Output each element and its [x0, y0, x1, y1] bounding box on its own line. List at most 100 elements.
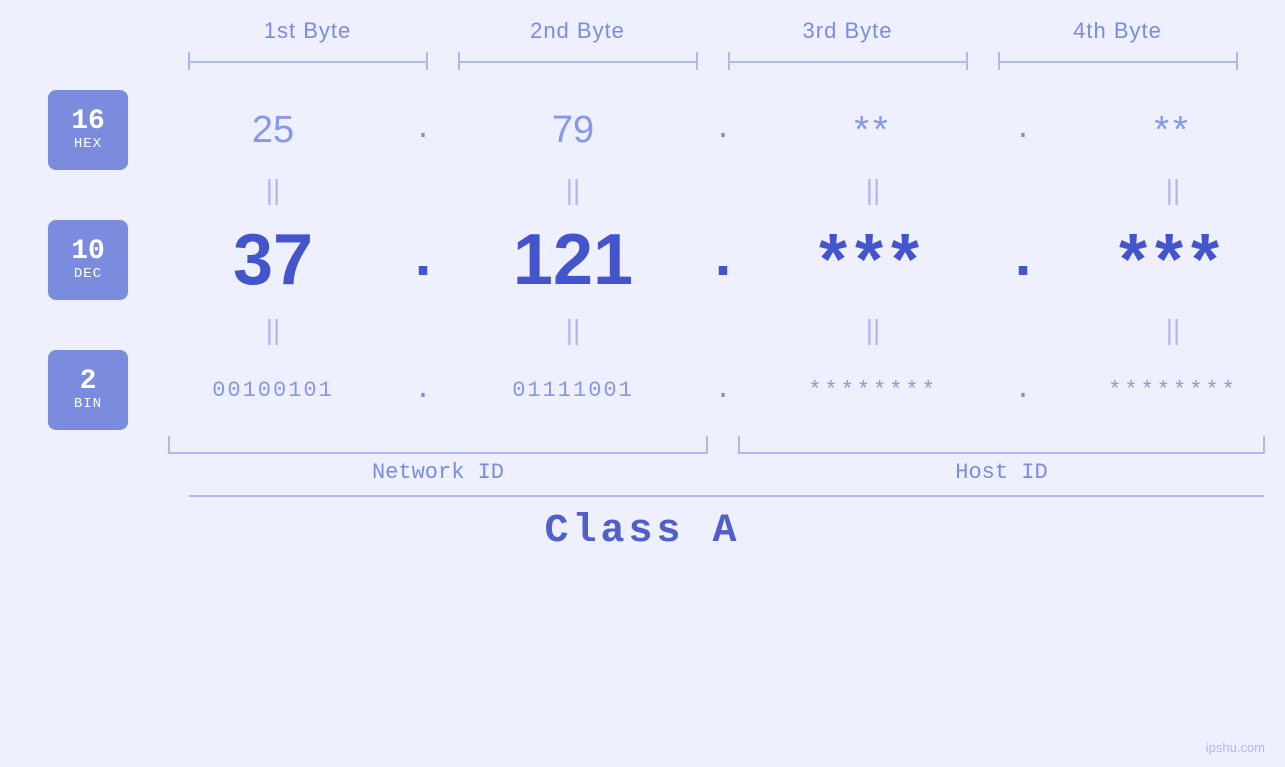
bin-dot2: .: [708, 375, 738, 406]
eq1-byte4: ||: [1038, 174, 1285, 206]
badge-bin: 2 BIN: [48, 350, 128, 430]
byte1-header: 1st Byte: [173, 18, 443, 44]
eq1-byte3-val: ||: [866, 174, 881, 206]
badge-dec: 10 DEC: [48, 220, 128, 300]
badge-hex-number: 16: [71, 108, 105, 136]
hex-byte3: **: [738, 109, 1008, 152]
main-content: 16 HEX 10 DEC 2 BIN: [0, 90, 1285, 430]
page-container: 1st Byte 2nd Byte 3rd Byte 4th Byte: [0, 0, 1285, 767]
badge-bin-label: BIN: [74, 396, 102, 412]
hex-byte3-value: **: [854, 109, 892, 152]
dec-dot1-char: .: [405, 226, 441, 294]
badge-dec-label: DEC: [74, 266, 102, 282]
badge-hex-label: HEX: [74, 136, 102, 152]
net-bracket-right: [706, 436, 708, 452]
equals-row1: || || || ||: [138, 170, 1285, 210]
hex-row: 25 . 79 . ** . **: [138, 90, 1285, 170]
bin-byte2-value: 01111001: [512, 378, 634, 403]
bin-byte2: 01111001: [438, 378, 708, 403]
net-bracket-line: [168, 452, 708, 454]
host-id-label: Host ID: [738, 460, 1285, 485]
eq1-byte3: ||: [738, 174, 1008, 206]
badge-dec-number: 10: [71, 238, 105, 266]
bottom-brackets-container: [168, 436, 1285, 454]
hex-byte4: **: [1038, 109, 1285, 152]
bracket-byte1: [173, 52, 443, 70]
hex-dot3: .: [1008, 115, 1038, 146]
bracket-byte2: [443, 52, 713, 70]
net-bracket-left: [168, 436, 170, 452]
badge-bin-number: 2: [80, 368, 97, 396]
bracket-byte3: [713, 52, 983, 70]
eq2-byte1-val: ||: [266, 314, 281, 346]
dec-byte4-value: ***: [1119, 219, 1227, 301]
hex-dot2: .: [708, 115, 738, 146]
bottom-bracket-area: [0, 436, 1285, 454]
hex-byte1: 25: [138, 109, 408, 152]
network-bracket: [168, 436, 708, 454]
eq2-byte4: ||: [1038, 314, 1285, 346]
dec-dot1: .: [408, 226, 438, 294]
eq1-byte1: ||: [138, 174, 408, 206]
host-bracket-right: [1263, 436, 1265, 452]
id-labels-row: Network ID Host ID: [0, 460, 1285, 485]
dec-dot3: .: [1008, 226, 1038, 294]
values-rows: 25 . 79 . ** . **: [138, 90, 1285, 430]
watermark: ipshu.com: [1206, 740, 1265, 755]
eq1-byte1-val: ||: [266, 174, 281, 206]
hex-byte2: 79: [438, 109, 708, 152]
dec-byte4: ***: [1038, 219, 1285, 301]
badge-dec-wrapper: 10 DEC: [48, 210, 128, 310]
eq1-byte4-val: ||: [1166, 174, 1181, 206]
byte3-header: 3rd Byte: [713, 18, 983, 44]
hex-byte1-value: 25: [252, 109, 294, 152]
bin-byte4: ********: [1038, 378, 1285, 403]
badge-hex: 16 HEX: [48, 90, 128, 170]
bin-byte4-value: ********: [1108, 378, 1238, 403]
hex-dot1: .: [408, 115, 438, 146]
eq2-byte2: ||: [438, 314, 708, 346]
dec-dot3-char: .: [1005, 226, 1041, 294]
eq2-byte1: ||: [138, 314, 408, 346]
dec-byte1-value: 37: [233, 219, 313, 301]
eq1-byte2-val: ||: [566, 174, 581, 206]
eq1-byte2: ||: [438, 174, 708, 206]
eq2-byte3: ||: [738, 314, 1008, 346]
bin-byte3: ********: [738, 378, 1008, 403]
byte4-header: 4th Byte: [983, 18, 1253, 44]
eq2-byte2-val: ||: [566, 314, 581, 346]
bin-byte1: 00100101: [138, 378, 408, 403]
labels-gap: [708, 460, 738, 485]
class-label-row: Class A: [0, 509, 1285, 554]
equals-row2: || || || ||: [138, 310, 1285, 350]
byte2-header: 2nd Byte: [443, 18, 713, 44]
dec-byte3-value: ***: [819, 219, 927, 301]
bin-byte3-value: ********: [808, 378, 938, 403]
bin-dot1: .: [408, 375, 438, 406]
dec-byte2: 121: [438, 219, 708, 301]
dec-byte3: ***: [738, 219, 1008, 301]
bin-byte1-value: 00100101: [212, 378, 334, 403]
hex-byte2-value: 79: [552, 109, 594, 152]
network-id-label: Network ID: [168, 460, 708, 485]
dec-dot2-char: .: [705, 226, 741, 294]
eq2-byte3-val: ||: [866, 314, 881, 346]
hex-byte4-value: **: [1154, 109, 1192, 152]
dec-byte2-value: 121: [513, 219, 633, 301]
dec-dot2: .: [708, 226, 738, 294]
host-bracket-left: [738, 436, 740, 452]
eq2-byte4-val: ||: [1166, 314, 1181, 346]
host-bracket-line: [738, 452, 1265, 454]
badge-hex-wrapper: 16 HEX: [48, 90, 128, 170]
byte-headers-row: 1st Byte 2nd Byte 3rd Byte 4th Byte: [0, 0, 1285, 44]
bracket-byte4: [983, 52, 1253, 70]
dec-byte1: 37: [138, 219, 408, 301]
top-brackets: [0, 52, 1285, 70]
large-bottom-bracket: [189, 495, 1264, 497]
class-label: Class A: [544, 509, 740, 554]
host-bracket: [738, 436, 1285, 454]
badge-bin-wrapper: 2 BIN: [48, 350, 128, 430]
dec-row: 37 . 121 . *** . ***: [138, 210, 1285, 310]
badges-column: 16 HEX 10 DEC 2 BIN: [48, 90, 128, 430]
bin-dot3: .: [1008, 375, 1038, 406]
